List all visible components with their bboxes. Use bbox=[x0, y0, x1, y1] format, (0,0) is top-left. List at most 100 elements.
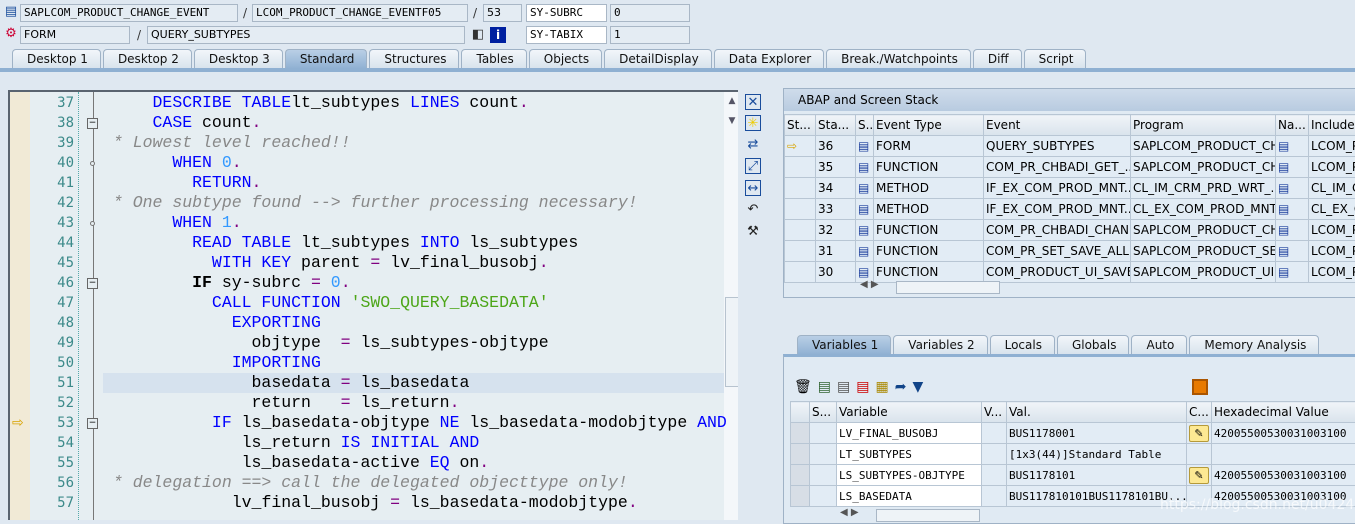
column-header[interactable]: Event bbox=[984, 115, 1131, 136]
tab-detaildisplay[interactable]: DetailDisplay bbox=[604, 49, 712, 69]
navigate-icon[interactable]: ▤ bbox=[1276, 241, 1309, 262]
source-icon[interactable]: ▤ bbox=[856, 199, 874, 220]
code-line[interactable]: return = ls_return. bbox=[103, 393, 460, 413]
source-icon[interactable]: ▤ bbox=[856, 220, 874, 241]
code-line[interactable]: ls_return IS INITIAL AND bbox=[103, 433, 479, 453]
table-row[interactable]: ⇨36▤FORMQUERY_SUBTYPESSAPLCOM_PRODUCT_CH… bbox=[785, 136, 1355, 157]
code-line[interactable]: WHEN 0. bbox=[103, 153, 242, 173]
variable-name-input[interactable]: LS_BASEDATA bbox=[837, 486, 982, 507]
tab-variables-2[interactable]: Variables 2 bbox=[893, 335, 987, 355]
table-row[interactable]: LT_SUBTYPES[1x3(44)]Standard Table bbox=[791, 444, 1355, 465]
code-line[interactable]: WITH KEY parent = lv_final_busobj. bbox=[103, 253, 549, 273]
fold-toggle-icon[interactable]: − bbox=[87, 118, 98, 129]
column-header[interactable]: Variable bbox=[837, 402, 982, 423]
tab-desktop-2[interactable]: Desktop 2 bbox=[103, 49, 192, 69]
code-line[interactable]: ls_basedata-active EQ on. bbox=[103, 453, 489, 473]
code-line[interactable]: CASE count. bbox=[103, 113, 261, 133]
source-icon[interactable]: ▤ bbox=[856, 241, 874, 262]
tab-structures[interactable]: Structures bbox=[369, 49, 459, 69]
program-field[interactable]: SAPLCOM_PRODUCT_CHANGE_EVENT bbox=[20, 4, 238, 22]
event-type-field[interactable]: FORM bbox=[20, 26, 130, 44]
horizontal-scrollbar[interactable]: ◀ ▶ bbox=[860, 279, 1020, 295]
code-line[interactable]: DESCRIBE TABLElt_subtypes LINES count. bbox=[103, 93, 529, 113]
variable-name-input[interactable]: LS_SUBTYPES-OBJTYPE bbox=[837, 465, 982, 486]
insert-row-icon[interactable]: ▤ bbox=[818, 379, 831, 395]
transfer-icon[interactable]: ➦ bbox=[895, 379, 907, 395]
maximize-icon[interactable]: ⤢ bbox=[745, 158, 761, 174]
column-header[interactable]: Hexadecimal Value bbox=[1212, 402, 1355, 423]
change-cell[interactable]: ✎ bbox=[1187, 465, 1212, 486]
source-icon[interactable]: ▤ bbox=[856, 157, 874, 178]
tab-locals[interactable]: Locals bbox=[990, 335, 1055, 355]
info-icon[interactable]: i bbox=[490, 27, 506, 43]
delete-icon[interactable]: 🗑 bbox=[794, 379, 812, 395]
table-row[interactable]: 34▤METHODIF_EX_COM_PROD_MNT...CL_IM_CRM_… bbox=[785, 178, 1355, 199]
resize-icon[interactable]: ↔ bbox=[745, 180, 761, 196]
tab-diff[interactable]: Diff bbox=[973, 49, 1022, 69]
navigate-icon[interactable]: ▤ bbox=[1276, 199, 1309, 220]
tab-standard[interactable]: Standard bbox=[285, 49, 368, 69]
navigate-icon[interactable]: ◧ bbox=[470, 27, 486, 43]
tab-memory-analysis[interactable]: Memory Analysis bbox=[1189, 335, 1319, 355]
tab-break-watchpoints[interactable]: Break./Watchpoints bbox=[826, 49, 971, 69]
tab-script[interactable]: Script bbox=[1024, 49, 1087, 69]
tab-globals[interactable]: Globals bbox=[1057, 335, 1130, 355]
compare-icon[interactable]: ▦ bbox=[875, 379, 888, 395]
navigate-icon[interactable]: ▤ bbox=[1276, 220, 1309, 241]
row-selector[interactable] bbox=[791, 486, 810, 507]
code-line[interactable]: IMPORTING bbox=[103, 353, 321, 373]
code-line[interactable]: READ TABLE lt_subtypes INTO ls_subtypes bbox=[103, 233, 578, 253]
table-row[interactable]: LS_SUBTYPES-OBJTYPEBUS1178101✎4200550053… bbox=[791, 465, 1355, 486]
source-code-editor[interactable]: ▲ ▼ 37 DESCRIBE TABLElt_subtypes LINES c… bbox=[8, 90, 738, 520]
table-row[interactable]: 33▤METHODIF_EX_COM_PROD_MNT...CL_EX_COM_… bbox=[785, 199, 1355, 220]
column-header[interactable]: S.. bbox=[856, 115, 874, 136]
column-header[interactable]: Event Type bbox=[874, 115, 984, 136]
row-selector[interactable] bbox=[791, 444, 810, 465]
navigate-icon[interactable]: ▤ bbox=[1276, 136, 1309, 157]
event-field[interactable]: QUERY_SUBTYPES bbox=[147, 26, 465, 44]
column-header-select[interactable] bbox=[791, 402, 810, 423]
code-line[interactable]: basedata = ls_basedata bbox=[103, 373, 724, 393]
new-window-icon[interactable]: ✳ bbox=[745, 115, 761, 131]
variable-name-input[interactable]: LV_FINAL_BUSOBJ bbox=[837, 423, 982, 444]
edit-pencil-icon[interactable]: ✎ bbox=[1189, 467, 1209, 484]
tab-desktop-1[interactable]: Desktop 1 bbox=[12, 49, 101, 69]
row-selector[interactable] bbox=[791, 465, 810, 486]
navigate-icon[interactable]: ▤ bbox=[1276, 262, 1309, 283]
code-line[interactable]: lv_final_busobj = ls_basedata-modobjtype… bbox=[103, 493, 638, 513]
tab-objects[interactable]: Objects bbox=[529, 49, 602, 69]
tab-data-explorer[interactable]: Data Explorer bbox=[714, 49, 824, 69]
sys-field-2-value[interactable]: 1 bbox=[610, 26, 690, 44]
line-field[interactable]: 53 bbox=[483, 4, 522, 22]
save-icon[interactable] bbox=[1192, 379, 1208, 395]
tab-tables[interactable]: Tables bbox=[461, 49, 526, 69]
close-icon[interactable]: ✕ bbox=[745, 94, 761, 110]
tab-auto[interactable]: Auto bbox=[1131, 335, 1187, 355]
table-row[interactable]: LV_FINAL_BUSOBJBUS1178001✎42005500530031… bbox=[791, 423, 1355, 444]
tab-variables-1[interactable]: Variables 1 bbox=[797, 335, 891, 355]
filter-icon[interactable]: ▼ bbox=[912, 379, 923, 395]
tools-icon[interactable]: ⚒ bbox=[745, 224, 761, 240]
sys-field-1-value[interactable]: 0 bbox=[610, 4, 690, 22]
fold-toggle-icon[interactable]: − bbox=[87, 418, 98, 429]
code-line[interactable]: EXPORTING bbox=[103, 313, 321, 333]
code-line[interactable]: CALL FUNCTION 'SWO_QUERY_BASEDATA' bbox=[103, 293, 549, 313]
sys-field-1-name[interactable]: SY-SUBRC bbox=[526, 4, 607, 22]
variable-name-input[interactable]: LT_SUBTYPES bbox=[837, 444, 982, 465]
navigate-icon[interactable]: ▤ bbox=[1276, 178, 1309, 199]
source-icon[interactable]: ▤ bbox=[856, 178, 874, 199]
code-line[interactable]: * Lowest level reached!! bbox=[103, 133, 351, 153]
swap-icon[interactable]: ⇄ bbox=[745, 137, 761, 153]
column-header[interactable]: S... bbox=[810, 402, 837, 423]
table-row[interactable]: 35▤FUNCTIONCOM_PR_CHBADI_GET_...SAPLCOM_… bbox=[785, 157, 1355, 178]
navigate-icon[interactable]: ▤ bbox=[1276, 157, 1309, 178]
column-header[interactable]: Na... bbox=[1276, 115, 1309, 136]
append-row-icon[interactable]: ▤ bbox=[837, 379, 850, 395]
code-line[interactable]: IF ls_basedata-objtype NE ls_basedata-mo… bbox=[103, 413, 727, 433]
source-icon[interactable]: ▤ bbox=[856, 136, 874, 157]
edit-pencil-icon[interactable]: ✎ bbox=[1189, 425, 1209, 442]
tab-desktop-3[interactable]: Desktop 3 bbox=[194, 49, 283, 69]
change-cell[interactable]: ✎ bbox=[1187, 423, 1212, 444]
code-line[interactable]: * One subtype found --> further processi… bbox=[103, 193, 638, 213]
code-line[interactable]: objtype = ls_subtypes-objtype bbox=[103, 333, 549, 353]
